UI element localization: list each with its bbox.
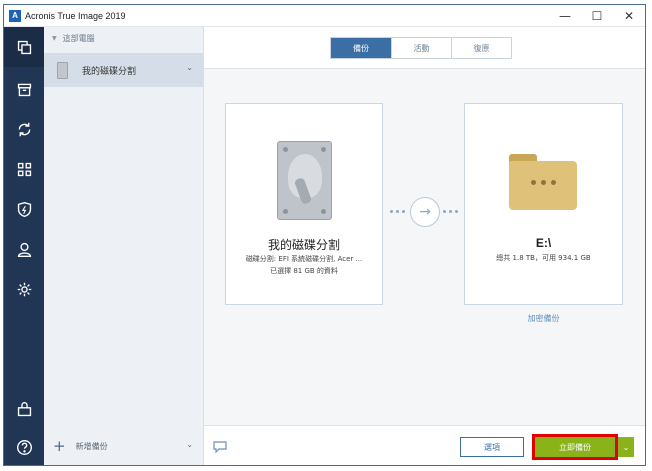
nav-protection[interactable] [4,189,44,229]
backup-source-card[interactable]: 我的磁碟分割 磁碟分割: EFI 系統磁碟分割, Acer ... 已選擇 81… [225,103,383,305]
hdd-icon [57,61,68,79]
grid-icon [17,162,31,176]
shield-icon [17,201,31,217]
chevron-down-icon[interactable]: ⌄ [186,440,193,449]
tab-bar: 備份 活動 復原 [330,37,512,59]
store-icon [17,401,31,416]
nav-archive[interactable] [4,69,44,109]
direction-arrow: → [388,197,460,227]
bottom-bar: 選項 立即備份 ⌄ [204,425,645,465]
window-controls: — ☐ ✕ [549,5,645,27]
source-title: 我的磁碟分割 [267,238,340,252]
destination-title: E:\ [535,236,552,250]
plus-icon: + [53,437,66,455]
destination-capacity: 總共 1.8 TB，可用 934.1 GB [496,254,591,262]
tab-recovery[interactable]: 復原 [451,38,511,58]
source-selected-size: 已選擇 81 GB 的資料 [270,267,338,275]
maximize-button[interactable]: ☐ [581,5,613,27]
user-icon [17,242,31,257]
title-bar: A Acronis True Image 2019 — ☐ ✕ [4,5,645,27]
nav-settings[interactable] [4,269,44,309]
help-icon [16,439,32,455]
encrypt-backup-link[interactable]: 加密備份 [464,313,623,324]
nav-help[interactable] [4,427,44,465]
tab-activity[interactable]: 活動 [391,38,451,58]
backup-list-panel: ▼ 這部電腦 我的磁碟分割 ⌄ + 新增備份 ⌄ [44,27,204,465]
main-panel: 備份 活動 復原 我的磁碟分割 磁碟分割: EFI 系統磁碟分割, Acer .… [204,27,645,465]
options-button[interactable]: 選項 [460,437,524,457]
app-logo: A [9,9,21,22]
nav-tools[interactable] [4,149,44,189]
backup-item-label: 我的磁碟分割 [82,66,137,77]
gear-icon [17,282,31,296]
app-window: A Acronis True Image 2019 — ☐ ✕ ▼ 這部電腦 我… [3,4,646,466]
source-subtitle: 磁碟分割: EFI 系統磁碟分割, Acer ... [245,255,363,263]
group-label: 這部電腦 [62,34,95,43]
add-backup-label: 新增備份 [75,441,108,451]
copy-icon [17,40,31,54]
sync-icon [18,122,30,136]
tab-backup[interactable]: 備份 [331,38,391,58]
chevron-down-icon[interactable]: ⌄ [618,437,634,457]
nav-sync[interactable] [4,109,44,149]
window-title: Acronis True Image 2019 [25,10,126,21]
add-backup-button[interactable]: + 新增備份 ⌄ [44,431,203,461]
backup-list-item[interactable]: 我的磁碟分割 ⌄ [44,53,203,87]
folder-icon [509,154,577,210]
close-button[interactable]: ✕ [613,5,645,27]
backup-now-button[interactable]: 立即備份 [532,434,618,460]
hard-drive-icon [277,141,332,220]
nav-backup[interactable] [4,27,44,67]
archive-icon [17,83,31,96]
minimize-button[interactable]: — [549,5,581,27]
nav-store[interactable] [4,389,44,429]
arrow-right-icon: → [410,197,440,227]
chevron-down-icon[interactable]: ⌄ [186,63,193,72]
group-header[interactable]: ▼ 這部電腦 [52,33,95,44]
top-bar: 備份 活動 復原 [204,27,645,69]
backup-destination-card[interactable]: E:\ 總共 1.8 TB，可用 934.1 GB [464,103,623,305]
main-nav [4,27,44,465]
comment-icon[interactable] [213,441,227,453]
collapse-triangle-icon: ▼ [52,35,57,42]
nav-account[interactable] [4,229,44,269]
